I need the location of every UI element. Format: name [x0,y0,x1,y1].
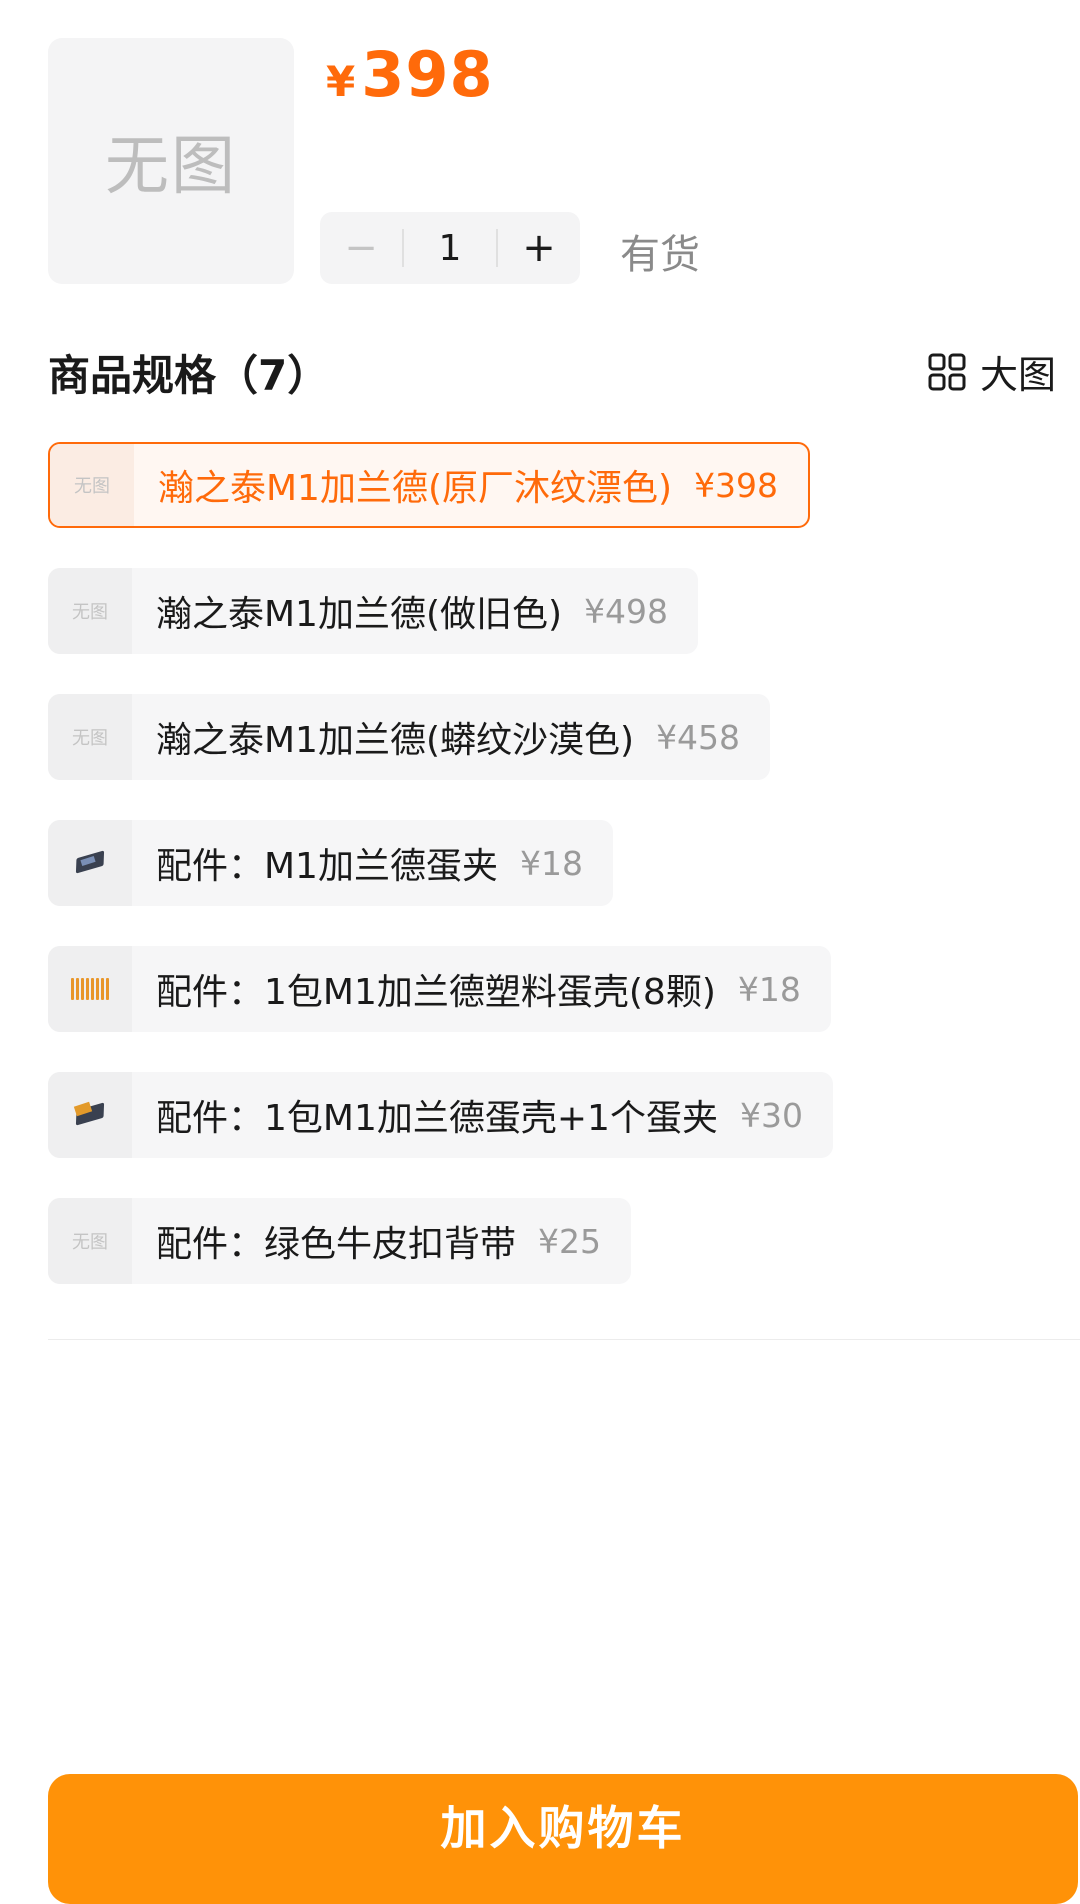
option-price: ¥498 [584,591,669,631]
option-thumbnail [48,946,132,1032]
stock-status: 有货 [620,232,700,278]
option-price: ¥30 [739,1095,803,1135]
option-price: ¥458 [656,717,741,757]
grid-icon [928,353,966,390]
spec-option[interactable]: 配件：1包M1加兰德塑料蛋壳(8颗) ¥18 [48,946,831,1032]
option-thumbnail [48,1072,132,1158]
option-thumbnail: 无图 [48,1198,132,1284]
option-label: 配件：绿色牛皮扣背带 [156,1224,517,1265]
quantity-stepper: − 1 + [320,212,580,284]
section-divider [48,1339,1080,1340]
no-image-label: 无图 [105,130,237,204]
option-price: ¥398 [694,465,779,505]
option-label: 配件：1包M1加兰德蛋壳+1个蛋夹 [156,1098,718,1139]
option-label: 瀚之泰M1加兰德(蟒纹沙漠色) [156,720,635,761]
spec-option[interactable]: 无图 瀚之泰M1加兰德(做旧色) ¥498 [48,568,699,654]
spec-option[interactable]: 配件：1包M1加兰德蛋壳+1个蛋夹 ¥30 [48,1072,833,1158]
shells-icon [71,978,109,1000]
option-thumbnail: 无图 [48,568,132,654]
currency-symbol: ¥ [326,57,356,106]
option-price: ¥18 [519,843,583,883]
option-price: ¥25 [538,1221,602,1261]
add-to-cart-button[interactable]: 加入购物车 [48,1774,1078,1904]
product-thumbnail[interactable]: 无图 [48,38,294,284]
product-price: ¥ 398 [326,38,494,111]
option-label: 瀚之泰M1加兰德(原厂沐纹漂色) [158,468,673,509]
big-image-toggle[interactable]: 大图 [928,344,1056,399]
big-image-label: 大图 [979,353,1056,397]
clip-shell-icon [73,1101,107,1126]
option-label: 配件：1包M1加兰德塑料蛋壳(8颗) [156,972,716,1013]
option-thumbnail: 无图 [50,444,134,526]
option-label: 瀚之泰M1加兰德(做旧色) [156,594,563,635]
option-label: 配件：M1加兰德蛋夹 [156,846,498,887]
spec-option[interactable]: 无图 配件：绿色牛皮扣背带 ¥25 [48,1198,632,1284]
decrease-quantity-button[interactable]: − [320,212,402,284]
spec-option[interactable]: 无图 瀚之泰M1加兰德(原厂沐纹漂色) ¥398 [48,442,811,528]
spec-option[interactable]: 配件：M1加兰德蛋夹 ¥18 [48,820,613,906]
add-to-cart-label: 加入购物车 [440,1801,686,1855]
option-price: ¥18 [737,969,801,1009]
increase-quantity-button[interactable]: + [498,212,580,284]
clip-icon [73,850,107,874]
price-value: 398 [361,38,494,111]
quantity-value[interactable]: 1 [404,228,496,269]
spec-option-list: 无图 瀚之泰M1加兰德(原厂沐纹漂色) ¥398 无图 瀚之泰M1加兰德(做旧色… [48,442,1058,1324]
option-thumbnail: 无图 [48,694,132,780]
spec-option[interactable]: 无图 瀚之泰M1加兰德(蟒纹沙漠色) ¥458 [48,694,771,780]
spec-section-title: 商品规格（7） [48,351,330,400]
option-thumbnail [48,820,132,906]
